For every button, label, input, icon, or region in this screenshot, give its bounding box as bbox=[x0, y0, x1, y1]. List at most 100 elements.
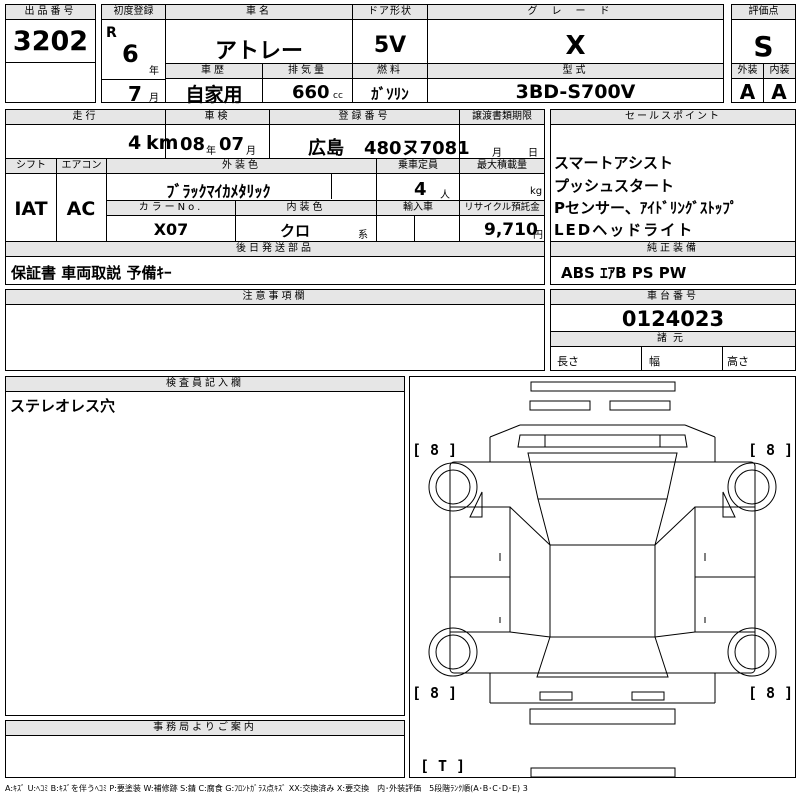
ext-grade-value: A bbox=[739, 80, 756, 104]
score-value: S bbox=[753, 30, 774, 63]
office-header: 事務局よりご案内 bbox=[6, 721, 404, 736]
diagram-label-front-right: [ 8 ] bbox=[748, 441, 794, 459]
car-name-value: アトレー bbox=[214, 39, 303, 64]
recycle-header: リサイクル預託金 bbox=[459, 201, 544, 216]
diagram-label-rear-left: [ 8 ] bbox=[412, 684, 458, 702]
transfer-doc-header: 譲渡書類期限 bbox=[459, 110, 544, 125]
color-no-header: カラーNo. bbox=[107, 201, 235, 216]
model-code-value: 3BD-S700V bbox=[515, 81, 636, 103]
inspection-year: 08 bbox=[180, 134, 206, 155]
fuel-value: ｶﾞｿﾘﾝ bbox=[371, 85, 409, 103]
registration-area: 広島 bbox=[308, 138, 344, 159]
chassis-box: 車台番号 0124023 諸元 長さ 幅 高さ bbox=[550, 289, 796, 371]
max-load-header: 最大積載量 bbox=[459, 159, 544, 174]
inspection-month: 07 bbox=[219, 134, 245, 155]
first-registration-box: 初度登録 R 6 年 7 月 bbox=[101, 4, 166, 106]
door-box: ドア形状 5V 燃料 ｶﾞｿﾘﾝ bbox=[352, 4, 428, 103]
office-box: 事務局よりご案内 bbox=[5, 720, 405, 778]
notes-box: 注意事項欄 bbox=[5, 289, 545, 371]
sales-point-item: LEDヘッドライト bbox=[554, 221, 695, 239]
car-name-header: 車名 bbox=[166, 5, 352, 20]
door-value: 5V bbox=[373, 33, 407, 58]
inspection-month-unit: 月 bbox=[246, 146, 256, 157]
ext-color-header: 外装色 bbox=[106, 159, 376, 174]
diagram-label-rear-right: [ 8 ] bbox=[748, 684, 794, 702]
sales-point-item: Pセンサー、ｱｲﾄﾞﾘﾝｸﾞｽﾄｯﾌﾟ bbox=[554, 199, 738, 217]
shift-value: IAT bbox=[14, 198, 48, 220]
aircon-value: AC bbox=[66, 198, 96, 220]
int-grade-value: A bbox=[771, 80, 787, 104]
first-registration-header: 初度登録 bbox=[102, 5, 165, 20]
accessories-value: 保証書 車両取説 予備ｷｰ bbox=[11, 264, 172, 282]
inspector-header: 検査員記入欄 bbox=[6, 377, 404, 392]
diagram-label-bottom: [ T ] bbox=[420, 757, 466, 775]
genuine-equip-header: 純正装備 bbox=[551, 242, 795, 257]
displacement-value: 660 bbox=[292, 82, 330, 103]
color-no-value: X07 bbox=[153, 220, 189, 239]
lot-number-value: 3202 bbox=[12, 26, 89, 57]
chassis-header: 車台番号 bbox=[551, 290, 795, 305]
max-load-unit: kg bbox=[530, 186, 543, 197]
transfer-doc-day-unit: 日 bbox=[528, 148, 538, 159]
capacity-unit: 人 bbox=[440, 190, 450, 201]
dims-length-label: 長さ bbox=[557, 355, 579, 368]
lot-number-header: 出品番号 bbox=[6, 5, 95, 20]
fuel-header: 燃料 bbox=[353, 64, 427, 79]
dims-height-label: 高さ bbox=[727, 355, 749, 368]
displacement-header: 排気量 bbox=[262, 64, 352, 79]
sales-point-item: プッシュスタート bbox=[554, 177, 675, 195]
first-registration-year-unit: 年 bbox=[149, 66, 159, 77]
shift-header: シフト bbox=[6, 159, 56, 174]
mileage-header: 走行 bbox=[6, 110, 165, 125]
vehicle-info-block: 走行 車検 登録番号 譲渡書類期限 4 km 08 年 07 月 広島 480ヌ… bbox=[5, 109, 545, 285]
notes-header: 注意事項欄 bbox=[6, 290, 544, 305]
recycle-value: 9,710 bbox=[484, 220, 538, 240]
int-color-value: クロ bbox=[279, 222, 310, 240]
aircon-header: エアコン bbox=[56, 159, 106, 174]
ext-grade-header: 外装 bbox=[732, 64, 763, 79]
grade-header: グレード bbox=[428, 5, 723, 20]
grade-value: X bbox=[565, 31, 586, 61]
sales-point-header: セールスポイント bbox=[551, 110, 795, 125]
inspector-box: 検査員記入欄 ステレオレス穴 bbox=[5, 376, 405, 716]
dims-width-label: 幅 bbox=[649, 355, 660, 368]
score-header: 評価点 bbox=[732, 5, 795, 20]
first-registration-era: R bbox=[106, 25, 117, 41]
first-registration-year: 6 bbox=[122, 40, 139, 68]
history-value: 自家用 bbox=[185, 84, 243, 106]
mileage-unit: km bbox=[146, 132, 179, 154]
accessories-header: 後日発送部品 bbox=[6, 242, 544, 257]
capacity-value: 4 bbox=[414, 179, 427, 200]
displacement-unit: cc bbox=[333, 91, 343, 101]
import-header: 輸入車 bbox=[376, 201, 459, 216]
lot-number-box: 出品番号 3202 bbox=[5, 4, 96, 103]
genuine-equip-value: ABS ｴｱB PS PW bbox=[561, 264, 687, 282]
inspection-year-unit: 年 bbox=[206, 146, 216, 157]
int-grade-header: 内装 bbox=[763, 64, 795, 79]
int-color-header: 内装色 bbox=[235, 201, 376, 216]
inspection-header: 車検 bbox=[165, 110, 269, 125]
legend-text: A:ｷｽﾞ U:ﾍｺﾐ B:ｷｽﾞを伴うﾍｺﾐ P:要塗装 W:補修跡 S:錆 … bbox=[5, 784, 528, 793]
grade-box: グレード X 型式 3BD-S700V bbox=[427, 4, 724, 103]
inspector-value: ステレオレス穴 bbox=[10, 397, 116, 415]
capacity-header: 乗車定員 bbox=[376, 159, 459, 174]
door-header: ドア形状 bbox=[353, 5, 427, 20]
chassis-value: 0124023 bbox=[621, 307, 725, 331]
registration-number: 480ヌ7081 bbox=[364, 138, 470, 159]
first-registration-month: 7 bbox=[128, 82, 142, 106]
mileage-value: 4 bbox=[128, 132, 142, 154]
diagram-label-front-left: [ 8 ] bbox=[412, 441, 458, 459]
dims-header: 諸元 bbox=[551, 332, 795, 347]
sales-point-item: スマートアシスト bbox=[554, 154, 673, 172]
first-registration-month-unit: 月 bbox=[149, 93, 159, 104]
recycle-unit: 円 bbox=[533, 230, 543, 241]
score-box: 評価点 S 外装 内装 A A bbox=[731, 4, 796, 104]
transfer-doc-month-unit: 月 bbox=[492, 148, 502, 159]
sales-point-box: セールスポイント スマートアシスト プッシュスタート Pセンサー、ｱｲﾄﾞﾘﾝｸ… bbox=[550, 109, 796, 285]
history-header: 車歴 bbox=[166, 64, 262, 79]
vehicle-diagram-box: [ 8 ] [ 8 ] [ 8 ] [ 8 ] [ T ] bbox=[409, 376, 796, 778]
ext-color-value: ﾌﾞﾗｯｸﾏｲｶﾒﾀﾘｯｸ bbox=[166, 182, 271, 201]
int-color-suffix: 系 bbox=[358, 230, 368, 241]
registration-header: 登録番号 bbox=[269, 110, 459, 125]
vehicle-diagram bbox=[428, 381, 777, 777]
